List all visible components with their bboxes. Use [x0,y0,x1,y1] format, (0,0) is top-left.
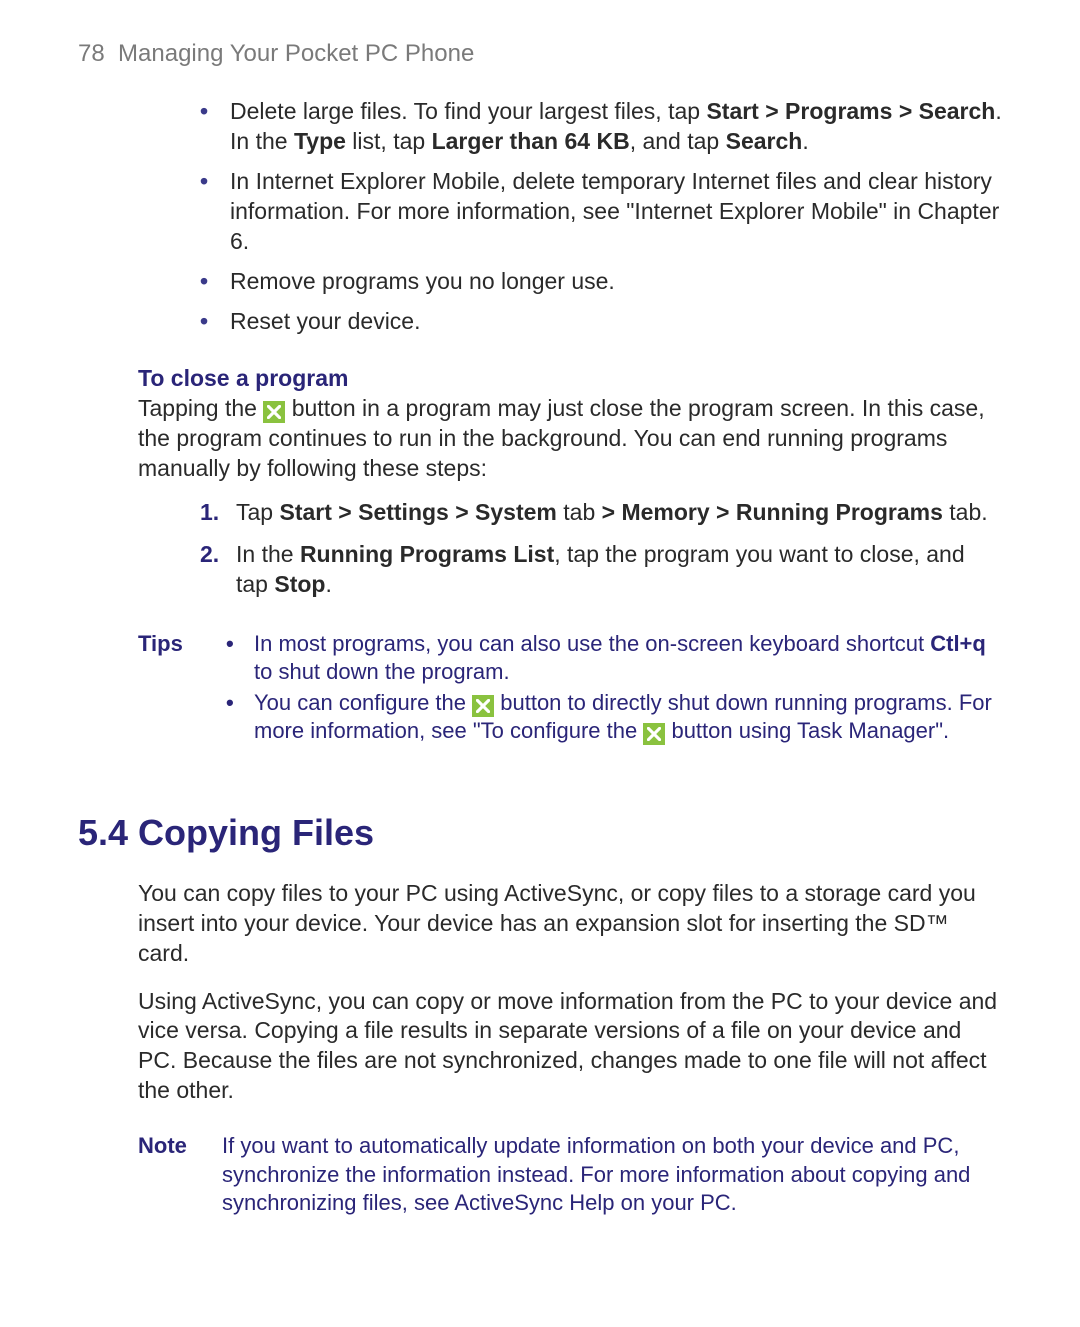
section-heading: 5.4 Copying Files [78,810,1002,857]
close-icon [263,401,285,423]
list-item: You can configure the button to directly… [226,689,1002,746]
close-icon [643,723,665,745]
close-program-section: To close a program Tapping the button in… [138,364,1002,599]
step-number: 2. [200,540,219,570]
paragraph: Using ActiveSync, you can copy or move i… [138,987,1002,1107]
subheading: To close a program [138,364,1002,394]
note-label: Note [138,1132,222,1218]
list-item: In Internet Explorer Mobile, delete temp… [200,167,1002,257]
tips-section: Tips In most programs, you can also use … [138,630,1002,748]
page-number: 78 [78,40,105,67]
note-section: Note If you want to automatically update… [138,1132,1002,1218]
list-item: 1. Tap Start > Settings > System tab > M… [200,498,1002,528]
list-item: Delete large files. To find your largest… [200,97,1002,157]
tips-bullet-list: Delete large files. To find your largest… [78,97,1002,336]
list-item: Reset your device. [200,307,1002,337]
tips-label: Tips [138,630,226,748]
paragraph: Tapping the button in a program may just… [138,394,1002,484]
page-header: 78 Managing Your Pocket PC Phone [78,38,1002,69]
note-text: If you want to automatically update info… [222,1132,1002,1218]
paragraph: You can copy files to your PC using Acti… [138,879,1002,969]
step-number: 1. [200,498,219,528]
list-item: In most programs, you can also use the o… [226,630,1002,687]
list-item: Remove programs you no longer use. [200,267,1002,297]
chapter-title: Managing Your Pocket PC Phone [118,40,474,67]
list-item: 2. In the Running Programs List, tap the… [200,540,1002,600]
close-icon [472,695,494,717]
page: 78 Managing Your Pocket PC Phone Delete … [0,0,1080,1298]
tips-list: In most programs, you can also use the o… [226,630,1002,748]
steps-list: 1. Tap Start > Settings > System tab > M… [138,498,1002,600]
